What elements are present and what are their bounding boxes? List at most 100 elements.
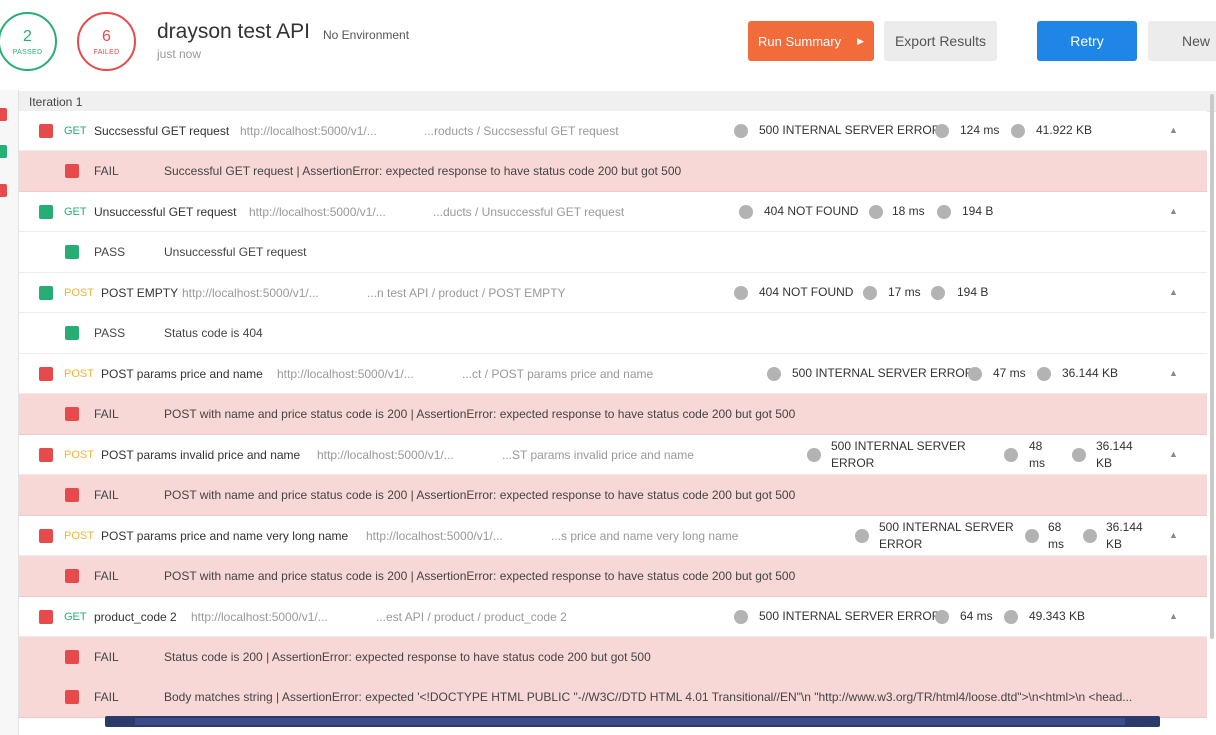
response-size-line2: KB	[1096, 456, 1113, 470]
run-summary-button[interactable]: Run Summary ▶	[748, 21, 874, 61]
test-result-row: FAIL POST with name and price status cod…	[19, 475, 1207, 516]
response-time-line2: ms	[1029, 456, 1045, 470]
request-url: http://localhost:5000/v1/...	[191, 610, 328, 624]
request-path: ...roducts / Succsessful GET request	[424, 124, 619, 138]
fail-status-icon	[39, 448, 53, 462]
time-dot-icon	[935, 610, 949, 624]
response-time: 124 ms	[960, 123, 1000, 137]
size-dot-icon	[1011, 124, 1025, 138]
time-dot-icon	[1004, 448, 1018, 462]
collapse-chevron-icon[interactable]: ▲	[1169, 368, 1178, 378]
response-size-line1: 36.144	[1096, 439, 1133, 453]
pass-status-icon	[65, 326, 79, 340]
response-size: 36.144 KB	[1062, 366, 1119, 380]
collapse-chevron-icon[interactable]: ▲	[1169, 125, 1178, 135]
new-button[interactable]: New	[1148, 21, 1216, 61]
request-row[interactable]: GET Succsessful GET request http://local…	[19, 111, 1207, 151]
size-dot-icon	[931, 286, 945, 300]
failed-count-badge: 6 FAILED	[77, 12, 136, 71]
test-message: Body matches string | AssertionError: ex…	[164, 690, 1133, 704]
request-method: GET	[64, 611, 87, 623]
status-dot-icon	[734, 286, 748, 300]
request-name: POST EMPTY	[101, 286, 179, 300]
request-name: Succsessful GET request	[94, 124, 230, 138]
request-url: http://localhost:5000/v1/...	[240, 124, 377, 138]
request-url: http://localhost:5000/v1/...	[277, 367, 414, 381]
status-dot-icon	[739, 205, 753, 219]
fail-status-icon	[65, 488, 79, 502]
sidebar-fail-marker[interactable]	[0, 108, 7, 121]
time-dot-icon	[935, 124, 949, 138]
sidebar-pass-marker[interactable]	[0, 145, 7, 158]
request-name: Unsuccessful GET request	[94, 205, 237, 219]
request-method: POST	[64, 368, 94, 380]
export-results-button[interactable]: Export Results	[884, 21, 997, 61]
request-url: http://localhost:5000/v1/...	[249, 205, 386, 219]
request-method: GET	[64, 125, 87, 137]
response-status-line1: 500 INTERNAL SERVER	[831, 439, 966, 453]
size-dot-icon	[1004, 610, 1018, 624]
response-status: 500 INTERNAL SERVER ERROR	[759, 609, 941, 623]
time-dot-icon	[869, 205, 883, 219]
time-dot-icon	[968, 367, 982, 381]
request-row[interactable]: POST POST params price and name http://l…	[19, 354, 1207, 394]
caret-right-icon: ▶	[857, 35, 864, 46]
collapse-chevron-icon[interactable]: ▲	[1169, 287, 1178, 297]
fail-status-icon	[39, 124, 53, 138]
request-url: http://localhost:5000/v1/...	[182, 286, 319, 300]
response-status-line2: ERROR	[831, 456, 875, 470]
response-size: 194 B	[957, 285, 989, 299]
test-result: FAIL	[94, 650, 119, 664]
request-path: ...ct / POST params price and name	[462, 367, 654, 381]
request-method: POST	[64, 449, 94, 461]
fail-status-icon	[65, 690, 79, 704]
fail-status-icon	[39, 610, 53, 624]
request-row[interactable]: POST POST params price and name very lon…	[19, 516, 1207, 556]
response-status: 500 INTERNAL SERVER ERROR	[831, 438, 966, 472]
request-method: POST	[64, 287, 94, 299]
request-row[interactable]: POST POST EMPTY http://localhost:5000/v1…	[19, 273, 1207, 313]
request-row[interactable]: GET product_code 2 http://localhost:5000…	[19, 597, 1207, 637]
request-path: ...ducts / Unsuccessful GET request	[433, 205, 625, 219]
results-scrollbar[interactable]	[1210, 94, 1214, 639]
iteration-header: Iteration 1	[19, 91, 1216, 112]
response-time: 18 ms	[892, 204, 925, 218]
test-message: POST with name and price status code is …	[164, 407, 796, 421]
size-dot-icon	[1072, 448, 1086, 462]
collapse-chevron-icon[interactable]: ▲	[1169, 206, 1178, 216]
fail-status-icon	[65, 650, 79, 664]
request-row[interactable]: POST POST params invalid price and name …	[19, 435, 1207, 475]
sidebar-fail-marker[interactable]	[0, 184, 7, 197]
request-name: POST params price and name very long nam…	[101, 529, 349, 543]
response-status: 500 INTERNAL SERVER ERROR	[759, 123, 941, 137]
test-result-row: FAIL Body matches string | AssertionErro…	[19, 677, 1207, 718]
response-time: 64 ms	[960, 609, 993, 623]
collapse-chevron-icon[interactable]: ▲	[1169, 530, 1178, 540]
test-message: POST with name and price status code is …	[164, 488, 796, 502]
test-result-row: FAIL POST with name and price status cod…	[19, 556, 1207, 597]
response-size-line1: 36.144	[1106, 520, 1143, 534]
test-result: FAIL	[94, 164, 119, 178]
response-time-line1: 48	[1029, 439, 1043, 453]
collapse-chevron-icon[interactable]: ▲	[1169, 611, 1178, 621]
time-dot-icon	[1025, 529, 1039, 543]
fail-status-icon	[39, 529, 53, 543]
status-dot-icon	[767, 367, 781, 381]
collapse-chevron-icon[interactable]: ▲	[1169, 449, 1178, 459]
retry-button[interactable]: Retry	[1037, 21, 1137, 61]
test-result-row: PASS Unsuccessful GET request	[19, 232, 1207, 273]
request-row[interactable]: GET Unsuccessful GET request http://loca…	[19, 192, 1207, 232]
response-time: 47 ms	[993, 366, 1026, 380]
fail-status-icon	[65, 569, 79, 583]
environment-label: No Environment	[323, 28, 410, 42]
request-name: product_code 2	[94, 610, 177, 624]
response-time-line2: ms	[1048, 537, 1064, 551]
run-summary-header: 2 PASSED 6 FAILED drayson test API No En…	[0, 0, 1216, 90]
request-method: POST	[64, 530, 94, 542]
response-size: 49.343 KB	[1029, 609, 1086, 623]
response-size: 36.144 KB	[1096, 438, 1133, 472]
passed-count-badge: 2 PASSED	[0, 12, 57, 71]
iteration-sidebar	[0, 90, 19, 735]
run-time: just now	[157, 47, 202, 61]
test-message: Unsuccessful GET request	[164, 245, 307, 259]
